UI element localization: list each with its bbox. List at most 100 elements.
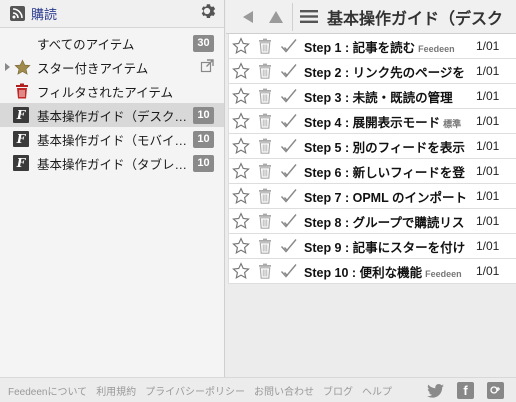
item-title-text: Step 10 : 便利な機能 [304, 265, 423, 280]
item-date: 1/01 [476, 239, 500, 253]
star-icon[interactable] [229, 34, 253, 58]
check-mark-icon[interactable] [277, 134, 301, 158]
trash-icon[interactable] [253, 259, 277, 283]
sidebar-item-feed-desktop[interactable]: F 基本操作ガイド（デスク… 10 [0, 103, 224, 127]
star-icon[interactable] [229, 259, 253, 283]
item-title: Step 4 : 展開表示モード 標準 [304, 112, 476, 131]
gear-icon[interactable] [198, 2, 216, 25]
rss-icon [10, 6, 25, 21]
trash-icon[interactable] [253, 184, 277, 208]
subscriptions-tab-label: 購読 [31, 7, 58, 22]
item-title-text: Step 2 : リンク先のページを [304, 65, 465, 80]
item-row[interactable]: Step 6 : 新しいフィードを登 1/01 [228, 159, 516, 184]
star-icon[interactable] [229, 109, 253, 133]
item-date: 1/01 [476, 64, 500, 78]
item-title: Step 7 : OPML のインポート [304, 187, 476, 206]
social-links: f [427, 382, 504, 399]
item-date: 1/01 [476, 114, 500, 128]
check-mark-icon[interactable] [277, 209, 301, 233]
item-date: 1/01 [476, 264, 500, 278]
star-icon[interactable] [229, 234, 253, 258]
check-mark-icon[interactable] [277, 59, 301, 83]
trash-icon[interactable] [253, 59, 277, 83]
item-row[interactable]: Step 4 : 展開表示モード 標準 1/01 [228, 109, 516, 134]
item-title: Step 5 : 別のフィードを表示 [304, 137, 476, 156]
item-row[interactable]: Step 2 : リンク先のページを 1/01 [228, 59, 516, 84]
sidebar-item-label: すべてのアイテム [37, 37, 135, 52]
item-title: Step 1 : 記事を読む Feedeen [304, 37, 476, 56]
trash-icon[interactable] [253, 209, 277, 233]
item-row[interactable]: Step 3 : 未読・既読の管理 1/01 [228, 84, 516, 109]
item-title-text: Step 5 : 別のフィードを表示 [304, 140, 465, 155]
star-icon[interactable] [229, 184, 253, 208]
toolbar: 基本操作ガイド（デスク [226, 0, 516, 34]
sidebar-item-filtered[interactable]: フィルタされたアイテム [0, 79, 224, 103]
item-date: 1/01 [476, 89, 500, 103]
item-row[interactable]: Step 9 : 記事にスターを付け 1/01 [228, 234, 516, 259]
item-title: Step 9 : 記事にスターを付け [304, 237, 476, 256]
footer-link-privacy[interactable]: プライバシーポリシー [145, 383, 245, 398]
up-arrow-icon[interactable] [262, 3, 290, 31]
star-icon[interactable] [229, 159, 253, 183]
item-date: 1/01 [476, 189, 500, 203]
item-source: Feedeen [425, 268, 462, 279]
item-title-text: Step 6 : 新しいフィードを登 [304, 165, 465, 180]
main-pane: 基本操作ガイド（デスク Step 1 : 記事を読む Feedeen 1/01 Ste… [226, 0, 516, 377]
unread-count-badge: 10 [193, 130, 214, 148]
feed-title: 基本操作ガイド（デスク [327, 10, 504, 28]
item-date: 1/01 [476, 139, 500, 153]
back-arrow-icon[interactable] [234, 3, 262, 31]
item-date: 1/01 [476, 164, 500, 178]
check-mark-icon[interactable] [277, 84, 301, 108]
item-row[interactable]: Step 10 : 便利な機能 Feedeen 1/01 [228, 259, 516, 284]
sidebar-item-all[interactable]: すべてのアイテム 30 [0, 31, 224, 55]
trash-icon[interactable] [253, 234, 277, 258]
footer-link-about[interactable]: Feedeenについて [8, 383, 87, 398]
unread-count-badge: 10 [193, 106, 214, 124]
sidebar-item-starred[interactable]: スター付きアイテム [0, 55, 224, 79]
item-source: Feedeen [418, 43, 455, 54]
external-link-icon[interactable] [200, 58, 214, 76]
trash-icon[interactable] [253, 109, 277, 133]
item-row[interactable]: Step 8 : グループで購読リス 1/01 [228, 209, 516, 234]
twitter-icon[interactable] [427, 382, 444, 399]
sidebar-item-feed-mobile[interactable]: F 基本操作ガイド（モバイ… 10 [0, 127, 224, 151]
check-mark-icon[interactable] [277, 159, 301, 183]
facebook-icon[interactable]: f [457, 382, 474, 399]
unread-count-badge: 10 [193, 154, 214, 172]
item-title-text: Step 4 : 展開表示モード [304, 115, 441, 130]
item-row[interactable]: Step 1 : 記事を読む Feedeen 1/01 [228, 34, 516, 59]
item-title: Step 10 : 便利な機能 Feedeen [304, 262, 476, 281]
unread-count-badge: 30 [193, 34, 214, 52]
check-mark-icon[interactable] [277, 234, 301, 258]
trash-icon[interactable] [253, 134, 277, 158]
item-row[interactable]: Step 7 : OPML のインポート 1/01 [228, 184, 516, 209]
sidebar-item-feed-tablet[interactable]: F 基本操作ガイド（タブレ… 10 [0, 151, 224, 175]
google-plus-icon[interactable] [487, 382, 504, 399]
star-icon[interactable] [229, 84, 253, 108]
trash-icon[interactable] [253, 84, 277, 108]
check-mark-icon[interactable] [277, 184, 301, 208]
sidebar-item-label: 基本操作ガイド（デスク… [37, 109, 188, 124]
check-mark-icon[interactable] [277, 109, 301, 133]
item-source: 標準 [443, 118, 462, 129]
subscriptions-tab[interactable]: 購読 [10, 4, 57, 23]
footer-link-help[interactable]: ヘルプ [362, 383, 392, 398]
item-title-text: Step 8 : グループで購読リス [304, 215, 465, 230]
check-mark-icon[interactable] [277, 34, 301, 58]
star-icon[interactable] [229, 59, 253, 83]
item-title-text: Step 3 : 未読・既読の管理 [304, 90, 453, 105]
trash-icon[interactable] [253, 159, 277, 183]
footer-link-terms[interactable]: 利用規約 [96, 383, 136, 398]
item-title: Step 3 : 未読・既読の管理 [304, 87, 476, 106]
footer-link-blog[interactable]: ブログ [323, 383, 353, 398]
menu-icon[interactable] [295, 3, 323, 31]
expand-triangle-icon[interactable] [5, 63, 10, 71]
trash-icon[interactable] [253, 34, 277, 58]
trash-icon [13, 83, 31, 99]
item-row[interactable]: Step 5 : 別のフィードを表示 1/01 [228, 134, 516, 159]
check-mark-icon[interactable] [277, 259, 301, 283]
star-icon[interactable] [229, 134, 253, 158]
footer-link-contact[interactable]: お問い合わせ [254, 383, 314, 398]
star-icon[interactable] [229, 209, 253, 233]
